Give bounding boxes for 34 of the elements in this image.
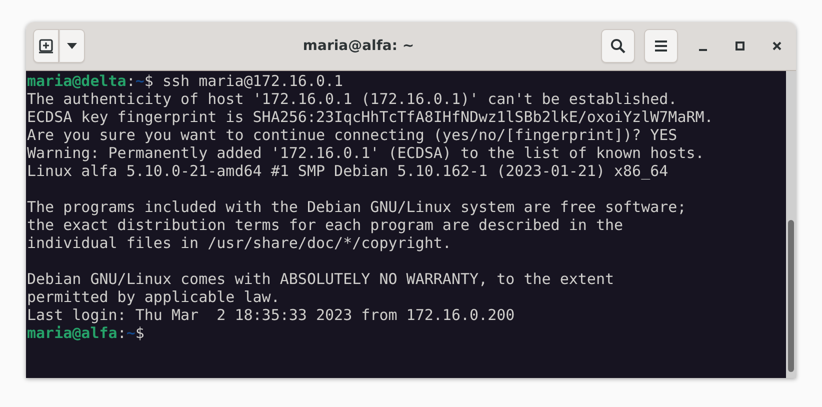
prompt-path: ~	[135, 72, 144, 90]
prompt-user-host: maria@delta	[27, 72, 126, 90]
minimize-icon	[699, 48, 707, 50]
command-text: ssh maria@172.16.0.1	[162, 72, 344, 90]
output-line: permitted by applicable law.	[27, 288, 280, 306]
scrollbar-thumb[interactable]	[788, 220, 794, 372]
new-tab-button[interactable]	[33, 29, 59, 63]
dropdown-button[interactable]	[59, 29, 85, 63]
output-line: Debian GNU/Linux comes with ABSOLUTELY NO WARRANTY, to the extent	[27, 270, 614, 288]
prompt-symbol: $	[135, 324, 144, 342]
output-line: The authenticity of host '172.16.0.1 (172.16.0.1)' can't be established.	[27, 90, 678, 108]
output-line: Are you sure you want to continue connecting (yes/no/[fingerprint])? YES	[27, 126, 678, 144]
prompt-colon: :	[126, 72, 136, 90]
close-icon	[772, 41, 782, 51]
search-button[interactable]	[601, 29, 635, 63]
scrollbar[interactable]	[786, 71, 796, 378]
prompt-symbol: $	[144, 72, 154, 90]
output-line: Linux alfa 5.10.0-21-amd64 #1 SMP Debian 5.10.162-1 (2023-01-21) x86_64	[27, 162, 668, 180]
output-line: individual files in /usr/share/doc/*/copyright.	[27, 234, 452, 252]
caret-icon	[66, 42, 78, 50]
prompt-colon: :	[117, 324, 126, 342]
maximize-icon	[735, 41, 745, 51]
prompt-path: ~	[126, 324, 136, 342]
prompt-user-host: maria@alfa	[27, 324, 118, 342]
window-title: maria@alfa: ~	[302, 38, 416, 54]
output-line: The programs included with the Debian GNU/Linux system are free software;	[27, 198, 686, 216]
output-line: the exact distribution terms for each program are described in the	[27, 216, 624, 234]
menu-icon	[654, 40, 668, 52]
output-line: ECDSA key fingerprint is SHA256:23IqcHhTcTfA8IHfNDwz1lSBb2lkE/oxoiYzlW7MaRM.	[27, 108, 714, 126]
output-line: Last login: Thu Mar 2 18:35:33 2023 from 172.16.0.200	[27, 306, 515, 324]
menu-button[interactable]	[644, 29, 678, 63]
output-line: Warning: Permanently added '172.16.0.1' (ECDSA) to the list of known hosts.	[27, 144, 704, 162]
search-icon	[610, 38, 626, 54]
new-tab-icon	[38, 38, 54, 54]
